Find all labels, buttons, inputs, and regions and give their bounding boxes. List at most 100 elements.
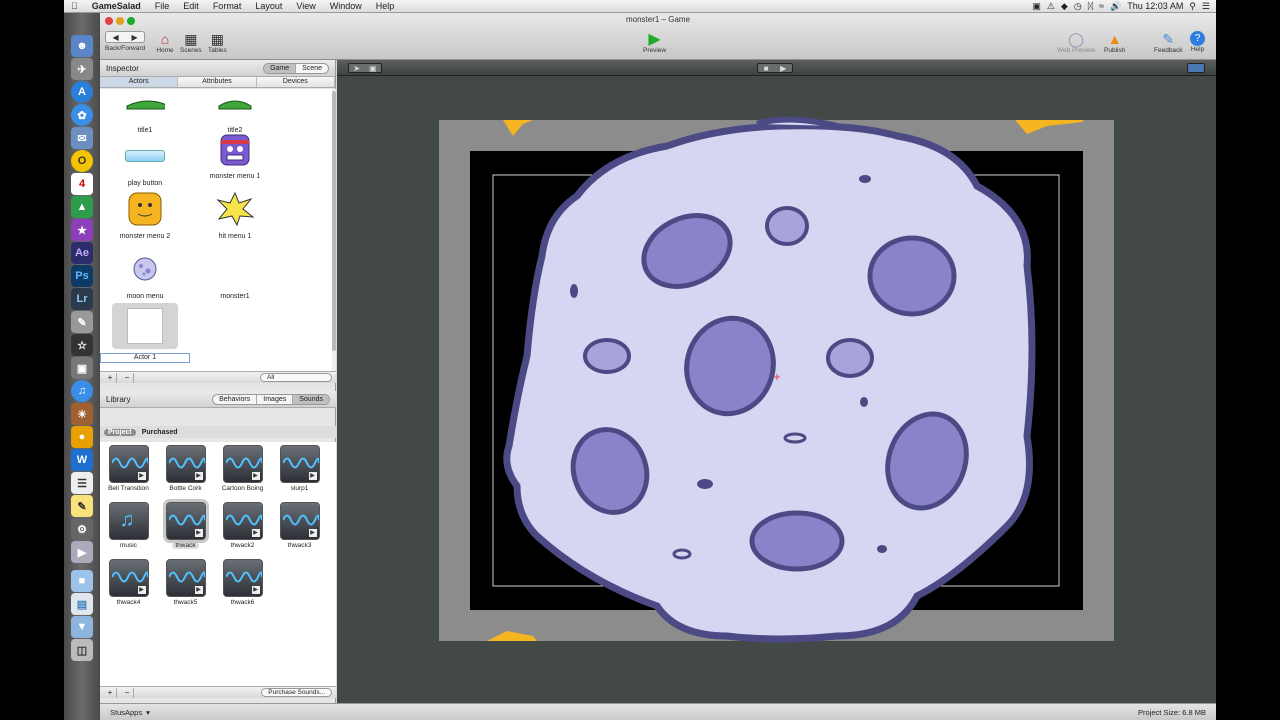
- mail-icon[interactable]: ✉: [71, 127, 93, 149]
- toggle-scene[interactable]: Scene: [296, 64, 328, 73]
- device-orientation-icon[interactable]: [1187, 63, 1205, 73]
- new-actor-item[interactable]: Actor 1: [100, 303, 190, 363]
- system-preferences-icon[interactable]: ⚙: [71, 518, 93, 540]
- sound-item[interactable]: ▶ thwack4: [100, 559, 157, 606]
- clock-text[interactable]: Thu 12:03 AM: [1127, 1, 1183, 11]
- textedit-icon[interactable]: ☰: [71, 472, 93, 494]
- wifi-icon[interactable]: ≈: [1099, 1, 1104, 11]
- menu-app-name[interactable]: GameSalad: [85, 1, 148, 11]
- back-arrow-icon[interactable]: ◀: [112, 33, 118, 42]
- menu-layout[interactable]: Layout: [248, 1, 289, 11]
- downloads-folder-icon[interactable]: ▼: [71, 616, 93, 638]
- photoshop-icon[interactable]: Ps: [71, 265, 93, 287]
- star-icon[interactable]: ☆: [71, 334, 93, 356]
- volume-icon[interactable]: 🔊: [1110, 1, 1121, 12]
- calendar-icon[interactable]: 4: [71, 173, 93, 195]
- photos-icon[interactable]: ▣: [71, 357, 93, 379]
- documents-icon[interactable]: ▤: [71, 593, 93, 615]
- pencil-icon[interactable]: ✎: [71, 311, 93, 333]
- lightroom-icon[interactable]: Lr: [71, 288, 93, 310]
- tab-attributes[interactable]: Attributes: [178, 77, 257, 87]
- subtab-purchased[interactable]: Purchased: [142, 429, 178, 436]
- actor-item[interactable]: play button: [100, 136, 190, 187]
- chevron-down-icon[interactable]: ▾: [146, 708, 150, 717]
- back-forward-button[interactable]: ◀ ▶ Back/Forward: [105, 31, 145, 52]
- sound-item[interactable]: ▶ Cartoon Boing: [214, 445, 271, 492]
- alert-icon[interactable]: ⚠: [1047, 1, 1055, 12]
- sound-item[interactable]: ▶ thwack6: [214, 559, 271, 606]
- trash-icon[interactable]: ◫: [71, 639, 93, 661]
- sound-item[interactable]: ▶ Bottle Cork: [157, 445, 214, 492]
- itunes-icon[interactable]: ♫: [71, 380, 93, 402]
- sound-item[interactable]: ▶ thwack2: [214, 502, 271, 549]
- spotlight-icon[interactable]: ⚲: [1189, 1, 1196, 12]
- actor-filter-select[interactable]: All: [260, 373, 332, 382]
- launchpad-icon[interactable]: ✈: [71, 58, 93, 80]
- tab-actors[interactable]: Actors: [100, 77, 179, 87]
- actor-scrollbar[interactable]: [332, 89, 336, 371]
- sound-item-selected[interactable]: ▶ thwack: [157, 499, 214, 549]
- actor-item[interactable]: moon menu: [100, 249, 190, 300]
- gamesalad-icon[interactable]: ●: [71, 426, 93, 448]
- camera-tool-icon[interactable]: ▣: [369, 64, 377, 73]
- sound-item[interactable]: ▶ thwack5: [157, 559, 214, 606]
- imovie-icon[interactable]: ★: [71, 219, 93, 241]
- toggle-game[interactable]: Game: [264, 63, 297, 73]
- camera-icon[interactable]: ▣: [1032, 1, 1041, 12]
- remove-actor-icon[interactable]: −: [121, 372, 134, 383]
- actor-name-field[interactable]: Actor 1: [100, 353, 190, 363]
- stage-canvas[interactable]: [337, 76, 1216, 703]
- toggle-sounds[interactable]: Sounds: [293, 394, 329, 404]
- play-scene-icon[interactable]: ▶: [780, 64, 786, 73]
- toggle-images[interactable]: Images: [257, 394, 294, 404]
- menu-view[interactable]: View: [289, 1, 322, 11]
- actor-item[interactable]: monster menu 2: [100, 189, 190, 240]
- omnifocus-icon[interactable]: O: [71, 150, 93, 172]
- tables-button[interactable]: ▦ Tables: [208, 31, 227, 55]
- actor-item[interactable]: title1: [100, 89, 190, 134]
- sound-item[interactable]: ▶ thwack3: [271, 502, 328, 549]
- iphoto-icon[interactable]: ☀: [71, 403, 93, 425]
- actor-item[interactable]: monster1: [190, 249, 280, 300]
- menu-help[interactable]: Help: [369, 1, 402, 11]
- toggle-behaviors[interactable]: Behaviors: [213, 394, 258, 404]
- scenes-button[interactable]: ▦ Scenes: [180, 31, 202, 55]
- sound-item[interactable]: ▶ Bell Transition: [100, 445, 157, 492]
- preview-button[interactable]: ▶ Preview: [643, 31, 666, 54]
- word-icon[interactable]: W: [71, 449, 93, 471]
- actor-item[interactable]: title2: [190, 89, 280, 134]
- apple-icon[interactable]: : [64, 1, 85, 11]
- sound-item[interactable]: ♫ music: [100, 502, 157, 549]
- applications-folder-icon[interactable]: ■: [71, 570, 93, 592]
- menu-format[interactable]: Format: [206, 1, 249, 11]
- menu-edit[interactable]: Edit: [176, 1, 206, 11]
- add-sound-icon[interactable]: +: [104, 687, 117, 698]
- feedback-button[interactable]: ✎ Feedback: [1154, 31, 1183, 55]
- stickies-icon[interactable]: ✎: [71, 495, 93, 517]
- actor-item[interactable]: monster menu 1: [190, 129, 280, 180]
- stop-icon[interactable]: ■: [764, 64, 769, 73]
- remove-sound-icon[interactable]: −: [121, 687, 134, 698]
- app-store-icon[interactable]: A: [71, 81, 93, 103]
- arrow-tool-icon[interactable]: ➤: [353, 64, 360, 73]
- list-icon[interactable]: ☰: [1202, 1, 1210, 12]
- forward-arrow-icon[interactable]: ▶: [131, 33, 137, 42]
- help-button[interactable]: ? Help: [1190, 31, 1205, 53]
- add-actor-icon[interactable]: +: [104, 372, 117, 383]
- publish-button[interactable]: ▲ Publish: [1104, 31, 1125, 54]
- time-machine-icon[interactable]: ◷: [1074, 1, 1082, 12]
- dropbox-icon[interactable]: ◆: [1061, 1, 1068, 12]
- sound-item[interactable]: ▶ slurp1: [271, 445, 328, 492]
- web-preview-button[interactable]: ◯ Web Preview: [1057, 31, 1095, 55]
- tab-devices[interactable]: Devices: [257, 77, 335, 87]
- drive-icon[interactable]: ▲: [71, 196, 93, 218]
- after-effects-icon[interactable]: Ae: [71, 242, 93, 264]
- safari-icon[interactable]: ✿: [71, 104, 93, 126]
- menu-file[interactable]: File: [148, 1, 177, 11]
- user-menu[interactable]: StusApps: [110, 708, 142, 717]
- home-button[interactable]: ⌂ Home: [156, 31, 174, 54]
- subtab-project[interactable]: Project: [104, 428, 136, 436]
- actor-item[interactable]: hit menu 1: [190, 189, 280, 240]
- purchase-sounds-button[interactable]: Purchase Sounds...: [261, 688, 332, 697]
- finder-icon[interactable]: ☻: [71, 35, 93, 57]
